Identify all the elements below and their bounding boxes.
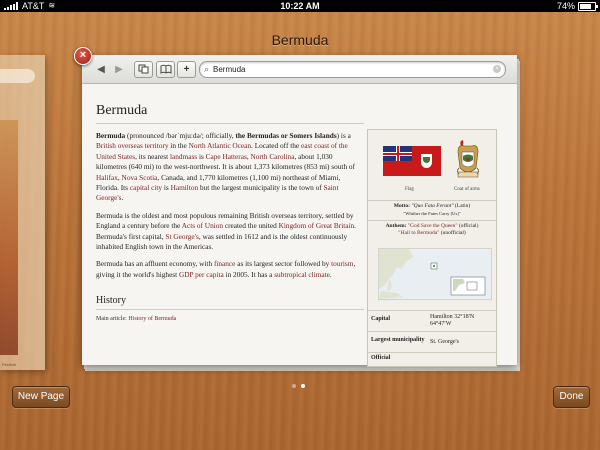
text: . [329,269,332,279]
text: (pronounced /bərˈmjuːdə/; officially, [125,131,236,140]
link[interactable]: Nova Scotia [122,173,158,182]
row-key: Capital [371,316,391,322]
motto-label: Motto: [393,203,410,209]
forward-button[interactable]: ▶ [114,63,124,76]
text: is [197,151,206,161]
new-page-button[interactable]: New Page [12,386,70,408]
motto-value: "Quo Fata Ferunt" [411,203,454,209]
anthem-link[interactable]: "God Save the Queen" [408,223,458,229]
flag-crest [421,154,432,168]
text: but the largest municipality is the town… [198,183,324,193]
tabs-icon [138,64,149,74]
battery-percent: 74% [556,1,575,11]
battery-icon [578,1,598,11]
anthem-label: Anthem: [385,223,407,229]
ghost-toolbar [0,69,35,83]
map-image [379,249,491,299]
bookmarks-button[interactable] [156,61,175,78]
search-input[interactable] [213,63,483,75]
tabs-button[interactable] [134,61,153,78]
paragraph-2: Bermuda is the oldest and most populous … [96,211,364,253]
link[interactable]: tourism [331,259,353,268]
link[interactable]: Kingdom of Great Britain [279,221,355,230]
coat-caption: Coat of arms [454,187,480,192]
section-heading-history: History [96,295,364,311]
coat-of-arms-image[interactable] [454,138,482,183]
anthem2-note: (unofficial) [440,230,466,236]
clear-search-icon[interactable]: × [493,65,501,73]
text: Bermuda has an affluent economy, with [96,259,214,269]
page-indicator[interactable] [292,384,305,388]
status-bar: AT&T ≋ 10:22 AM 74% [0,0,600,12]
row-value: St. George's [430,339,459,345]
browser-toolbar: ◀ ▶ + ⌕ × [82,55,517,84]
page-title: Bermuda [271,32,329,48]
link[interactable]: Halifax [96,173,118,182]
infobox-row-largest-municipality: Largest municipality St. George's [368,331,496,352]
link[interactable]: North Atlantic Ocean [189,141,251,150]
anthem2-link[interactable]: "Hail to Bermuda" [398,230,439,236]
anthem: Anthem: "God Save the Queen" (official) … [368,220,496,237]
paragraph-3: Bermuda has an affluent economy, with fi… [96,259,364,280]
text: is [162,183,171,193]
article: Bermuda Bermuda (pronounced /bərˈmjuːdə/… [96,103,364,322]
anthem-note: (official) [458,223,479,229]
text: as its largest sector followed by [235,259,332,269]
link[interactable]: capital city [130,183,162,192]
infobox: Flag Coat of arms Motto: "Quo Fata Ferun… [367,129,497,367]
ghost-caption: Festival [2,362,16,367]
text: Bermuda [96,131,126,140]
main-article-note: Main article: History of Bermuda [96,316,364,322]
link[interactable]: Cape Hatteras [206,152,247,161]
link[interactable]: North Carolina [250,152,294,161]
text: , its nearest [135,151,170,161]
text: in 2005. It has a [223,269,275,279]
row-value: Hamilton 32°18′N 64°47′W [430,314,475,327]
link[interactable]: Acts of Union [182,221,223,230]
text: ) is a [336,131,351,140]
page-dot[interactable] [292,384,296,388]
main-article-link[interactable]: History of Bermuda [128,316,176,322]
text: the Bermudas or Somers Islands [235,131,337,140]
flag-caption: Flag [405,187,414,192]
add-bookmark-button[interactable]: + [177,61,196,78]
row-key: Official [371,355,391,361]
previous-page-card[interactable]: Festival [0,55,45,370]
text: Main article: [96,316,129,323]
link[interactable]: finance [214,259,235,268]
text: in the [168,141,189,151]
link[interactable]: GDP per capita [179,270,224,279]
browser-page-card[interactable]: ◀ ▶ + ⌕ × Bermuda Bermuda (pronounced /b… [82,55,517,367]
clock: 10:22 AM [280,1,320,11]
row-key: Largest municipality [371,337,425,343]
article-heading: Bermuda [96,103,364,124]
page-dot-active[interactable] [301,384,305,388]
motto-language: (Latin) [454,203,471,209]
text: . Located off the [251,141,301,151]
infobox-row-official: Official [368,352,496,366]
motto: Motto: "Quo Fata Ferunt" (Latin) "Whithe… [368,200,496,218]
link[interactable]: landmass [170,152,197,161]
infobox-table: Capital Hamilton 32°18′N 64°47′W Largest… [368,310,496,366]
union-jack [383,146,412,161]
text: created the united [223,221,279,231]
book-icon [160,64,171,74]
done-button[interactable]: Done [553,386,590,408]
flag-image[interactable] [383,146,441,176]
link[interactable]: British overseas territory [96,141,169,150]
search-icon: ⌕ [204,64,210,74]
motto-translation: "Whither the Fates Carry [Us]" [403,211,461,216]
link[interactable]: St George's [165,232,198,241]
back-button[interactable]: ◀ [96,63,106,76]
link[interactable]: Hamilton [171,183,199,192]
text: . [121,193,124,203]
infobox-row-capital: Capital Hamilton 32°18′N 64°47′W [368,310,496,331]
paragraph-1: Bermuda (pronounced /bərˈmjuːdə/; offici… [96,131,364,204]
ghost-image [0,120,18,355]
search-field[interactable]: ⌕ × [199,61,506,78]
close-page-button[interactable]: × [74,47,92,65]
location-map[interactable] [378,248,492,300]
link[interactable]: subtropical climate [274,270,330,279]
